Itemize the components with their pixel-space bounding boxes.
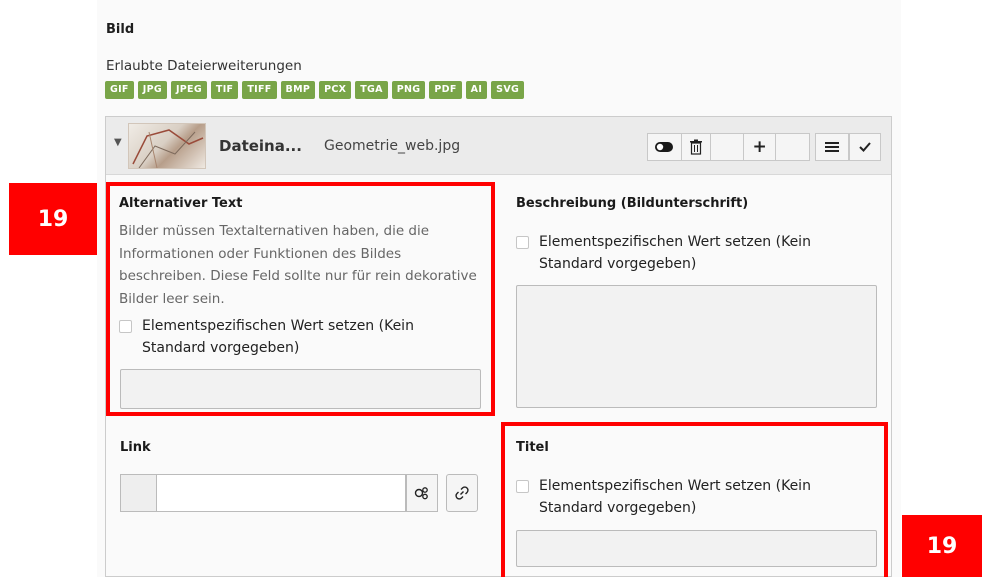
description-checkbox-label: Elementspezifischen Wert setzen (Kein St…	[539, 234, 811, 272]
extension-badge: PNG	[391, 81, 426, 99]
add-button[interactable]: +	[744, 134, 777, 160]
image-thumbnail	[128, 123, 206, 169]
description-title: Beschreibung (Bildunterschrift)	[516, 196, 749, 211]
menu-button[interactable]	[815, 133, 849, 161]
description-override-row[interactable]: Elementspezifischen Wert setzen (Kein St…	[516, 231, 876, 275]
extension-badge: PDF	[429, 81, 462, 99]
trash-icon	[689, 139, 702, 155]
hamburger-icon	[825, 142, 839, 152]
link-browser-button[interactable]	[406, 474, 438, 512]
extension-badge: TIF	[210, 81, 239, 99]
extension-badge: SVG	[491, 81, 525, 99]
chain-link-icon	[455, 486, 469, 500]
check-icon	[859, 142, 871, 152]
confirm-button[interactable]	[849, 133, 881, 161]
annotation-badge-left: 19	[9, 183, 97, 255]
file-name-label: Dateina...	[219, 137, 302, 155]
toggle-visibility-button[interactable]	[648, 134, 682, 160]
file-header[interactable]: ▼ Dateina... Geometrie_web.jpg +	[106, 117, 891, 175]
link-input[interactable]	[156, 474, 406, 512]
link-title: Link	[120, 440, 151, 455]
link-browser-icon	[414, 487, 428, 500]
extension-badge: AI	[465, 81, 488, 99]
extension-badge: JPEG	[170, 81, 207, 99]
link-open-button[interactable]	[446, 474, 478, 512]
file-toolbar-group: +	[647, 133, 810, 161]
annotation-badge-right: 19	[902, 515, 982, 577]
description-textarea[interactable]	[516, 285, 877, 408]
titel-highlight	[501, 422, 888, 577]
extension-badge: TGA	[355, 81, 388, 99]
delete-button[interactable]	[682, 134, 712, 160]
description-checkbox[interactable]	[516, 236, 529, 249]
extension-badge-list: GIF JPG JPEG TIF TIFF BMP PCX TGA PNG PD…	[105, 81, 525, 99]
file-name-value: Geometrie_web.jpg	[324, 138, 461, 154]
extension-badge: BMP	[280, 81, 316, 99]
extension-badge: PCX	[319, 81, 352, 99]
allowed-extensions-label: Erlaubte Dateierweiterungen	[106, 58, 302, 74]
link-prefix-box	[120, 474, 156, 512]
extension-badge: GIF	[105, 81, 134, 99]
thumbnail-image-icon	[132, 129, 204, 168]
toggle-icon	[655, 142, 674, 152]
extension-badge: JPG	[137, 81, 167, 99]
alt-text-highlight	[106, 182, 495, 416]
collapse-caret-icon[interactable]: ▼	[114, 137, 122, 148]
toolbar-spacer	[711, 134, 744, 160]
section-title: Bild	[106, 22, 135, 37]
extension-badge: TIFF	[242, 81, 277, 99]
